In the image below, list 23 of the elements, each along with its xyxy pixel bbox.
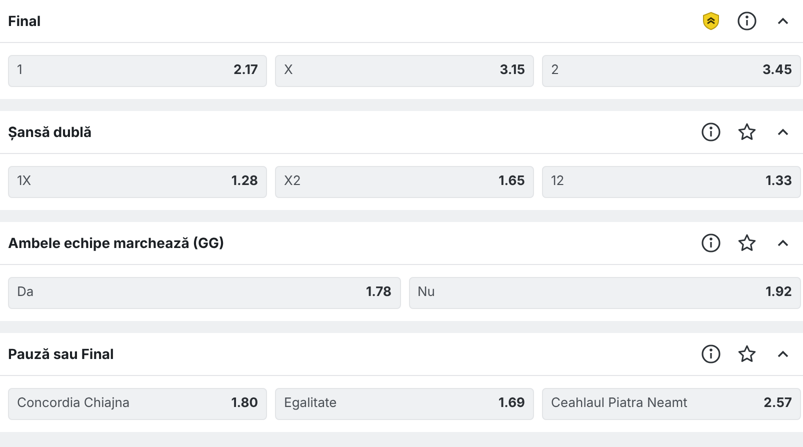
market-title: Pauză sau Final xyxy=(8,344,115,364)
market-title: Final xyxy=(8,12,42,32)
info-icon[interactable] xyxy=(701,344,721,364)
star-icon[interactable] xyxy=(737,344,757,364)
odds-button[interactable]: Egalitate 1.69 xyxy=(275,388,534,420)
odds-button[interactable]: 12 1.33 xyxy=(542,166,801,198)
odds-button[interactable]: Nu 1.92 xyxy=(408,277,801,309)
star-icon[interactable] xyxy=(737,122,757,142)
odds-button[interactable]: Concordia Chiajna 1.80 xyxy=(8,388,267,420)
market-title: Ambele echipe marchează (GG) xyxy=(8,234,226,254)
odds-button[interactable]: 1X 1.28 xyxy=(8,166,267,198)
odds-button[interactable]: Ceahlaul Piatra Neamt 2.57 xyxy=(542,388,801,420)
odds-button[interactable]: X2 1.65 xyxy=(275,166,534,198)
odds-button[interactable]: Da 1.78 xyxy=(8,277,400,309)
odds-button[interactable]: 1 2.17 xyxy=(8,55,267,87)
shield-icon xyxy=(701,11,721,31)
info-icon[interactable] xyxy=(737,11,757,31)
info-icon[interactable] xyxy=(701,233,721,253)
info-icon[interactable] xyxy=(701,122,721,142)
market-title: Șansă dublă xyxy=(8,122,93,142)
odds-button[interactable]: 2 3.45 xyxy=(542,55,801,87)
odds-button[interactable]: X 3.15 xyxy=(275,55,534,87)
star-icon[interactable] xyxy=(737,233,757,253)
